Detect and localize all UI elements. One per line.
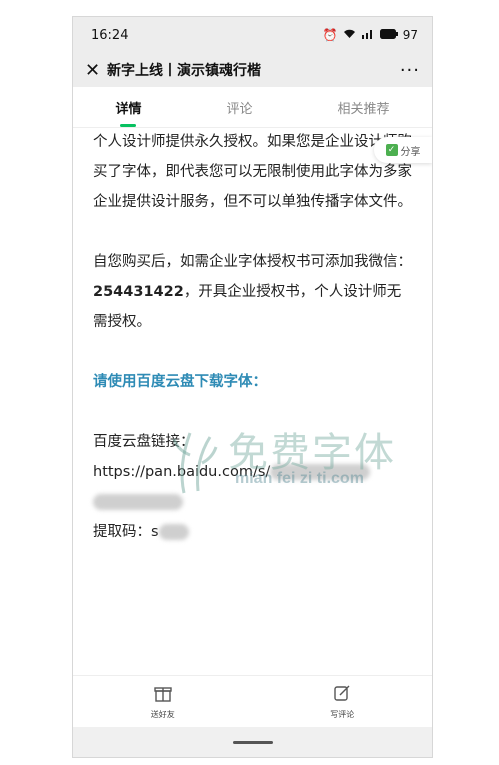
title-bar: ✕ 新字上线丨演示镇魂行楷 ···: [73, 53, 432, 87]
redacted-code: [158, 524, 189, 540]
wifi-icon: [343, 28, 356, 42]
share-check-icon: ✓: [385, 144, 398, 156]
article-paragraph-1: 个人设计师提供永久授权。如果您是企业设计师购买了字体，即代表您可以无限制使用此字…: [93, 134, 412, 210]
paragraph-2-text-a: 自您购买后，如需企业字体授权书可添加我微信：: [93, 254, 412, 270]
article-body: 个人设计师提供永久授权。如果您是企业设计师购买了字体，即代表您可以无限制使用此字…: [73, 127, 432, 675]
tab-related[interactable]: 相关推荐: [337, 88, 389, 127]
gift-friend-button[interactable]: 送好友: [151, 684, 175, 720]
status-time: 16:24: [91, 27, 129, 43]
close-icon[interactable]: ✕: [85, 60, 107, 81]
gift-icon: [154, 684, 172, 707]
status-bar: 16:24 ⏰ 97: [73, 17, 432, 53]
alarm-icon: ⏰: [322, 28, 338, 42]
battery-icon: [379, 28, 398, 42]
extract-code-line: 提取码：s: [93, 517, 412, 547]
phone-frame: 16:24 ⏰ 97 ✕ 新字上线丨演示镇魂行楷 ··· 详情 评论 相关推荐 …: [72, 16, 433, 758]
more-menu-button[interactable]: ···: [400, 60, 420, 81]
redacted-link-tail: [93, 494, 183, 510]
tab-bar: 详情 评论 相关推荐: [73, 87, 432, 128]
share-label: 分享: [400, 146, 421, 158]
extract-code-label: 提取码：s: [93, 524, 159, 540]
download-heading: 请使用百度云盘下载字体：: [93, 374, 267, 390]
signal-icon: [361, 28, 375, 42]
baidu-link-label: 百度云盘链接：: [93, 434, 195, 450]
baidu-link-url[interactable]: https://pan.baidu.com/s/: [93, 464, 270, 480]
write-comment-button[interactable]: 写评论: [330, 684, 354, 720]
comment-label: 写评论: [330, 710, 355, 719]
home-indicator-bar: [73, 727, 432, 757]
redacted-link-part: [270, 464, 371, 480]
tab-comments[interactable]: 评论: [226, 88, 252, 127]
battery-level: 97: [402, 28, 418, 42]
redacted-line: [93, 487, 412, 517]
page-title: 新字上线丨演示镇魂行楷: [107, 63, 261, 79]
status-icons: ⏰ 97: [323, 28, 418, 42]
home-indicator[interactable]: [232, 740, 273, 744]
baidu-link[interactable]: https://pan.baidu.com/s/: [93, 457, 412, 487]
article-paragraph-2: 自您购买后，如需企业字体授权书可添加我微信：254431422，开具企业授权书，…: [93, 247, 412, 337]
edit-icon: [333, 684, 351, 707]
tab-details[interactable]: 详情: [115, 88, 142, 127]
wechat-id: 254431422: [93, 284, 184, 300]
gift-label: 送好友: [150, 710, 175, 719]
share-button[interactable]: ✓ 分享: [374, 137, 432, 163]
bottom-bar: 送好友 写评论: [73, 675, 432, 728]
